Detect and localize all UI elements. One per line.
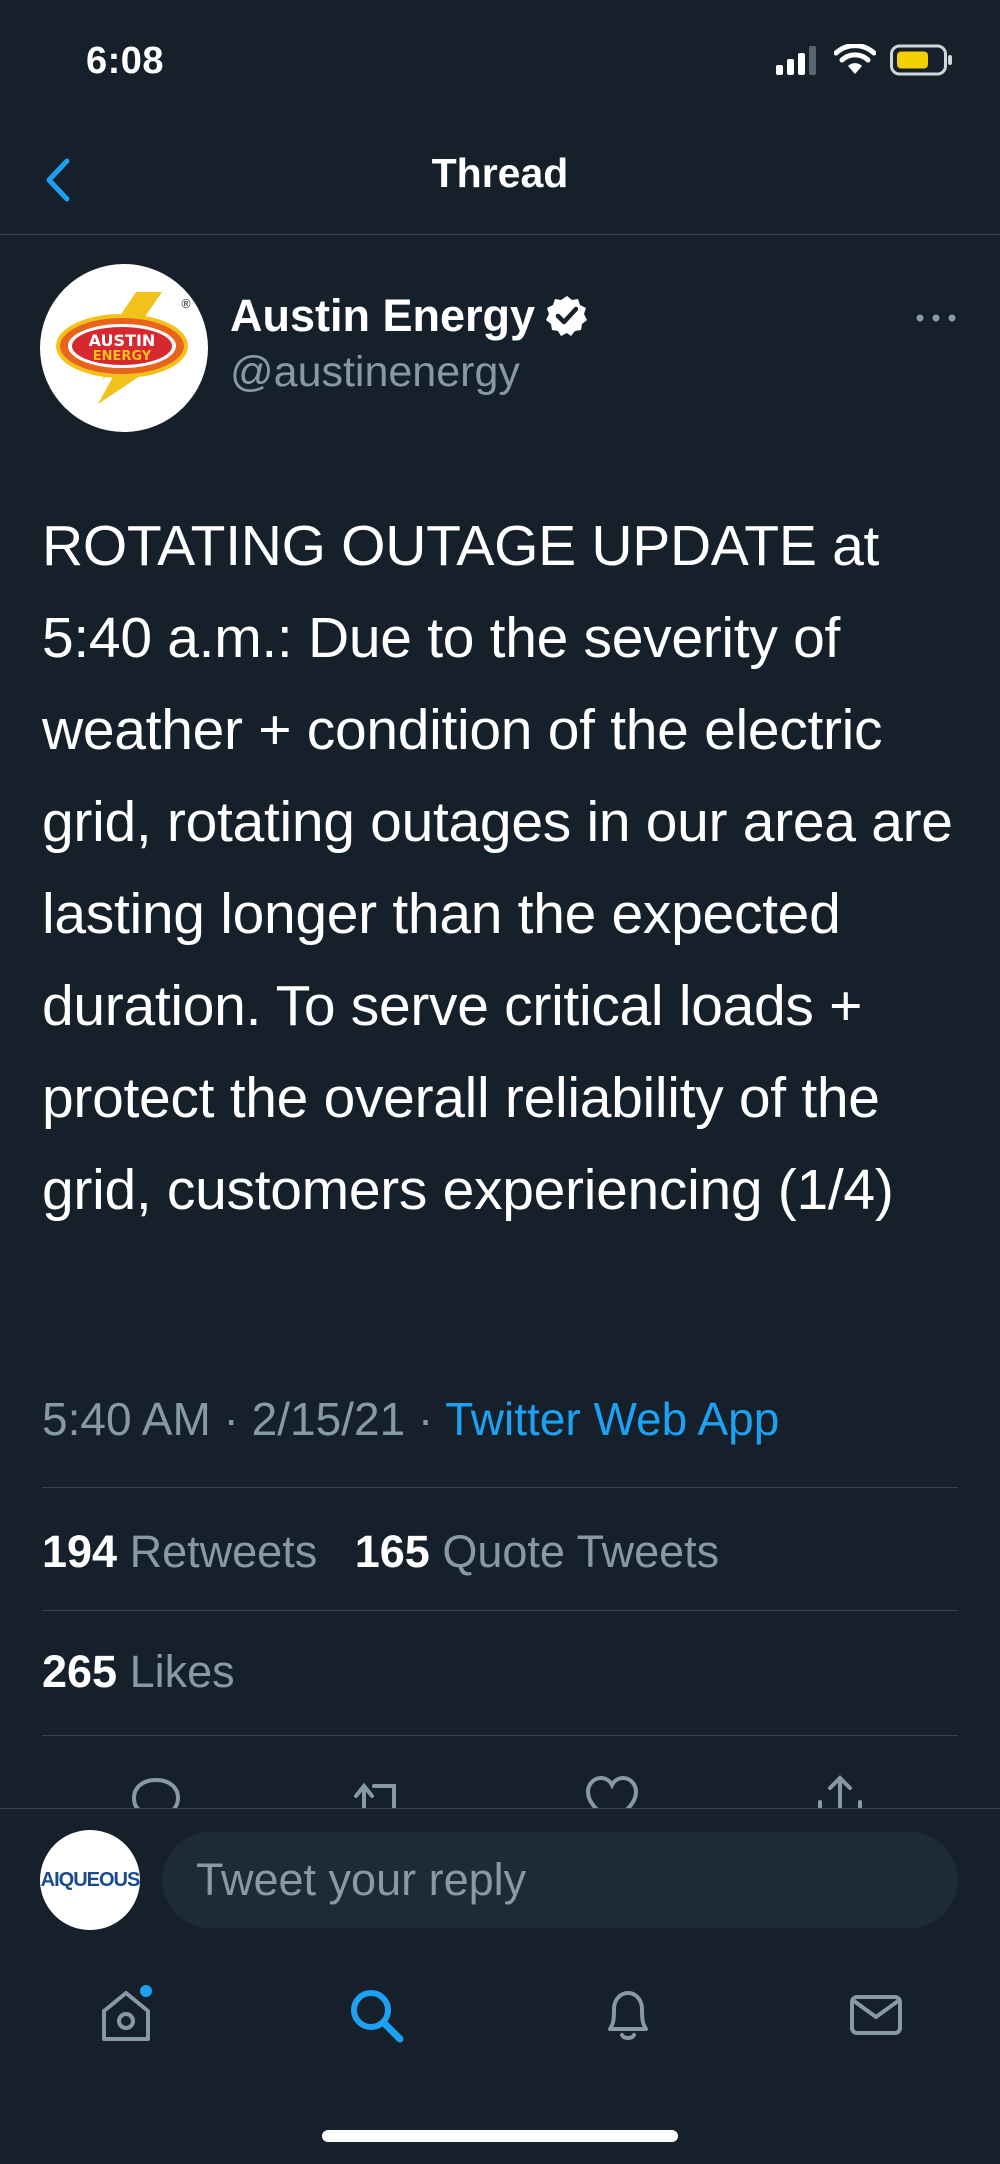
reply-input[interactable]: [162, 1832, 958, 1928]
tweet-date: 2/15/21: [251, 1393, 406, 1445]
wifi-icon: [834, 44, 876, 74]
tab-notifications[interactable]: [588, 1975, 668, 2055]
author-name-row[interactable]: Austin Energy: [230, 290, 589, 342]
tab-messages[interactable]: [836, 1975, 916, 2055]
more-horizontal-icon: [916, 314, 956, 322]
tweet-time: 5:40 AM: [42, 1393, 211, 1445]
bell-icon: [608, 1991, 648, 2040]
tweet-actions-row: [0, 1762, 1000, 1812]
likes-count: 265: [42, 1646, 118, 1697]
home-icon: [102, 1985, 152, 2041]
mail-icon: [850, 1995, 902, 2035]
tab-search[interactable]: [336, 1975, 416, 2055]
likes-label: Likes: [129, 1646, 235, 1697]
like-button[interactable]: [582, 1772, 642, 1812]
austin-energy-logo: AUSTIN ENERGY ®: [56, 292, 192, 404]
tweet-meta: 5:40 AM · 2/15/21 · Twitter Web App: [42, 1392, 779, 1446]
author-handle[interactable]: @austinenergy: [230, 348, 520, 397]
share-icon: [818, 1775, 862, 1812]
heart-icon: [585, 1775, 639, 1812]
quote-tweets-count: 165: [354, 1526, 430, 1577]
status-icons: [776, 44, 954, 76]
user-avatar-text: AIQUEOUS: [40, 1868, 141, 1891]
likes-stat[interactable]: 265 Likes: [42, 1646, 235, 1698]
verified-badge-icon: [546, 296, 588, 336]
divider: [42, 1735, 958, 1736]
author-name[interactable]: Austin Energy: [230, 290, 535, 342]
svg-text:AUSTIN: AUSTIN: [89, 331, 156, 350]
retweets-label: Retweets: [129, 1526, 318, 1577]
quote-tweets-label: Quote Tweets: [442, 1526, 720, 1577]
divider: [42, 1487, 958, 1488]
author-avatar[interactable]: AUSTIN ENERGY ®: [40, 264, 208, 432]
more-options-button[interactable]: [906, 298, 966, 338]
svg-text:ENERGY: ENERGY: [93, 349, 152, 364]
meta-separator: ·: [405, 1393, 446, 1445]
tweet-source-link[interactable]: Twitter Web App: [445, 1393, 779, 1445]
tweet-text: ROTATING OUTAGE UPDATE at 5:40 a.m.: Due…: [42, 514, 953, 1222]
retweets-count: 194: [42, 1526, 118, 1577]
reply-button[interactable]: [126, 1772, 186, 1812]
home-indicator: [322, 2130, 678, 2142]
cellular-signal-icon: [776, 46, 816, 75]
retweets-stat[interactable]: 194 Retweets: [42, 1526, 317, 1577]
divider: [42, 1610, 958, 1611]
engagement-stats-row: 194 Retweets 165 Quote Tweets: [42, 1526, 719, 1578]
quote-tweets-stat[interactable]: 165 Quote Tweets: [355, 1526, 719, 1577]
retweet-icon: [354, 1782, 404, 1812]
user-avatar[interactable]: AIQUEOUS: [40, 1830, 140, 1930]
tab-home[interactable]: [86, 1975, 166, 2055]
meta-separator: ·: [210, 1393, 252, 1445]
page-title: Thread: [431, 150, 569, 196]
share-button[interactable]: [810, 1772, 870, 1812]
reply-icon: [131, 1777, 181, 1812]
status-time: 6:08: [86, 40, 165, 82]
battery-icon: [890, 44, 952, 76]
retweet-button[interactable]: [350, 1772, 410, 1812]
search-icon: [351, 1990, 404, 2043]
svg-text:®: ®: [180, 297, 192, 311]
